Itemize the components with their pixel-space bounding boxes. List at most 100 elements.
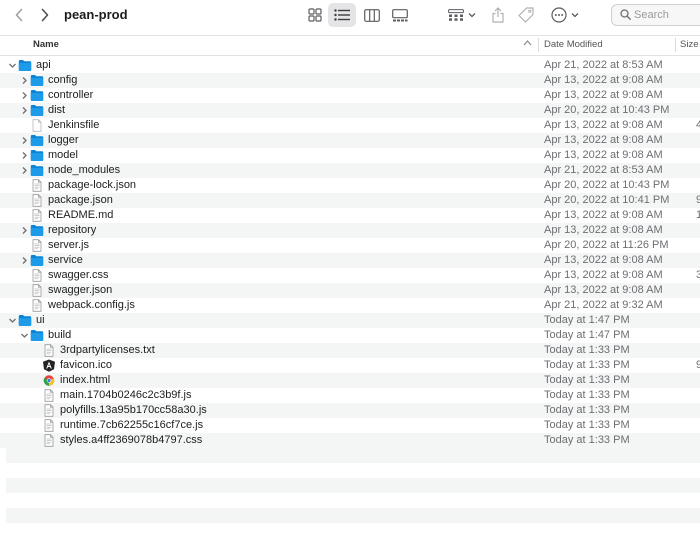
empty-row	[6, 508, 700, 523]
file-row[interactable]: node_modules Apr 21, 2022 at 8:53 AM	[0, 163, 700, 178]
file-row[interactable]: polyfills.13a95b170cc58a30.js Today at 1:…	[0, 403, 700, 418]
file-name: server.js	[48, 239, 89, 251]
file-row[interactable]: index.html Today at 1:33 PM	[0, 373, 700, 388]
folder-icon	[30, 225, 44, 236]
file-row[interactable]: controller Apr 13, 2022 at 9:08 AM	[0, 88, 700, 103]
file-row[interactable]: dist Apr 20, 2022 at 10:43 PM	[0, 103, 700, 118]
file-name: package-lock.json	[48, 179, 137, 191]
chevron-down-icon	[468, 13, 476, 18]
file-name: repository	[48, 224, 97, 236]
disclosure-right-icon[interactable]	[20, 106, 29, 115]
file-size: 4	[696, 119, 700, 131]
file-row[interactable]: config Apr 13, 2022 at 9:08 AM	[0, 73, 700, 88]
file-row[interactable]: api Apr 21, 2022 at 8:53 AM	[0, 58, 700, 73]
file-row[interactable]: package.json Apr 20, 2022 at 10:41 PM 9	[0, 193, 700, 208]
file-name: ui	[36, 314, 45, 326]
disclosure-right-icon[interactable]	[20, 166, 29, 175]
angular-icon	[43, 359, 55, 372]
file-date: Apr 21, 2022 at 9:32 AM	[544, 299, 663, 311]
file-row[interactable]: swagger.json Apr 13, 2022 at 9:08 AM	[0, 283, 700, 298]
file-date: Today at 1:33 PM	[544, 374, 630, 386]
disclosure-right-icon[interactable]	[20, 226, 29, 235]
disclosure-down-icon[interactable]	[8, 61, 17, 70]
file-row[interactable]: server.js Apr 20, 2022 at 11:26 PM	[0, 238, 700, 253]
disclosure-down-icon[interactable]	[8, 316, 17, 325]
file-date: Today at 1:33 PM	[544, 344, 630, 356]
file-name: dist	[48, 104, 66, 116]
disclosure-right-icon[interactable]	[20, 91, 29, 100]
file-date: Apr 13, 2022 at 9:08 AM	[544, 74, 663, 86]
file-name: service	[48, 254, 83, 266]
file-date: Apr 13, 2022 at 9:08 AM	[544, 149, 663, 161]
search-field[interactable]	[611, 4, 700, 26]
empty-row	[6, 448, 700, 463]
file-row[interactable]: ui Today at 1:47 PM	[0, 313, 700, 328]
file-row[interactable]: package-lock.json Apr 20, 2022 at 10:43 P…	[0, 178, 700, 193]
sort-ascending-icon[interactable]	[523, 39, 532, 47]
file-name: api	[36, 59, 51, 71]
column-divider[interactable]	[538, 38, 539, 52]
column-divider[interactable]	[675, 38, 676, 52]
document-icon	[32, 179, 42, 192]
disclosure-down-icon[interactable]	[20, 331, 29, 340]
tag-button[interactable]	[516, 4, 536, 26]
file-row[interactable]: 3rdpartylicenses.txt Today at 1:33 PM	[0, 343, 700, 358]
file-date: Apr 20, 2022 at 10:43 PM	[544, 104, 670, 116]
magnifier-icon	[620, 9, 631, 20]
share-icon	[492, 7, 504, 23]
size-column-header[interactable]: Size	[680, 39, 698, 50]
list-view-button[interactable]	[328, 3, 356, 27]
file-size: 9	[696, 359, 700, 371]
file-row[interactable]: README.md Apr 13, 2022 at 9:08 AM 1	[0, 208, 700, 223]
file-row[interactable]: swagger.css Apr 13, 2022 at 9:08 AM 3	[0, 268, 700, 283]
file-row[interactable]: runtime.7cb62255c16cf7ce.js Today at 1:33…	[0, 418, 700, 433]
icon-view-icon	[308, 8, 322, 22]
empty-row	[6, 478, 700, 493]
list-view-icon	[334, 9, 350, 21]
tag-icon	[518, 7, 534, 23]
disclosure-right-icon[interactable]	[20, 76, 29, 85]
file-name: runtime.7cb62255c16cf7ce.js	[60, 419, 204, 431]
disclosure-right-icon[interactable]	[20, 256, 29, 265]
document-icon	[32, 299, 42, 312]
back-button[interactable]	[10, 6, 28, 24]
gallery-view-button[interactable]	[390, 5, 410, 25]
file-date: Apr 13, 2022 at 9:08 AM	[544, 224, 663, 236]
more-icon	[551, 7, 567, 23]
forward-button[interactable]	[36, 6, 54, 24]
disclosure-right-icon[interactable]	[20, 151, 29, 160]
folder-icon	[18, 315, 32, 326]
name-column-header[interactable]: Name	[33, 39, 59, 50]
file-row[interactable]: logger Apr 13, 2022 at 9:08 AM	[0, 133, 700, 148]
file-row[interactable]: service Apr 13, 2022 at 9:08 AM	[0, 253, 700, 268]
file-date: Apr 21, 2022 at 8:53 AM	[544, 164, 663, 176]
file-row[interactable]: webpack.config.js Apr 21, 2022 at 9:32 AM	[0, 298, 700, 313]
file-date: Apr 20, 2022 at 11:26 PM	[544, 239, 669, 251]
more-actions-button[interactable]	[550, 5, 580, 25]
file-row[interactable]: Jenkinsfile Apr 13, 2022 at 9:08 AM 4	[0, 118, 700, 133]
group-button[interactable]	[447, 5, 477, 25]
file-row[interactable]: main.1704b0246c2c3b9f.js Today at 1:33 PM	[0, 388, 700, 403]
file-row[interactable]: styles.a4ff2369078b4797.css Today at 1:33…	[0, 433, 700, 448]
file-row[interactable]: favicon.ico Today at 1:33 PM 9	[0, 358, 700, 373]
search-input[interactable]	[634, 6, 700, 24]
file-name: swagger.json	[48, 284, 113, 296]
window-title: pean-prod	[64, 7, 128, 22]
file-date: Apr 21, 2022 at 8:53 AM	[544, 59, 663, 71]
date-column-header[interactable]: Date Modified	[544, 39, 603, 50]
disclosure-right-icon[interactable]	[20, 136, 29, 145]
file-name: main.1704b0246c2c3b9f.js	[60, 389, 192, 401]
file-row[interactable]: repository Apr 13, 2022 at 9:08 AM	[0, 223, 700, 238]
file-name: node_modules	[48, 164, 121, 176]
file-row[interactable]: model Apr 13, 2022 at 9:08 AM	[0, 148, 700, 163]
icon-view-button[interactable]	[305, 5, 325, 25]
share-button[interactable]	[489, 4, 507, 26]
file-date: Today at 1:47 PM	[544, 314, 630, 326]
document-icon	[44, 434, 54, 447]
document-icon	[44, 404, 54, 417]
folder-icon	[30, 330, 44, 341]
file-date: Apr 13, 2022 at 9:08 AM	[544, 269, 663, 281]
column-header: Name Date Modified Size	[0, 35, 700, 56]
file-row[interactable]: build Today at 1:47 PM	[0, 328, 700, 343]
column-view-button[interactable]	[362, 5, 382, 25]
